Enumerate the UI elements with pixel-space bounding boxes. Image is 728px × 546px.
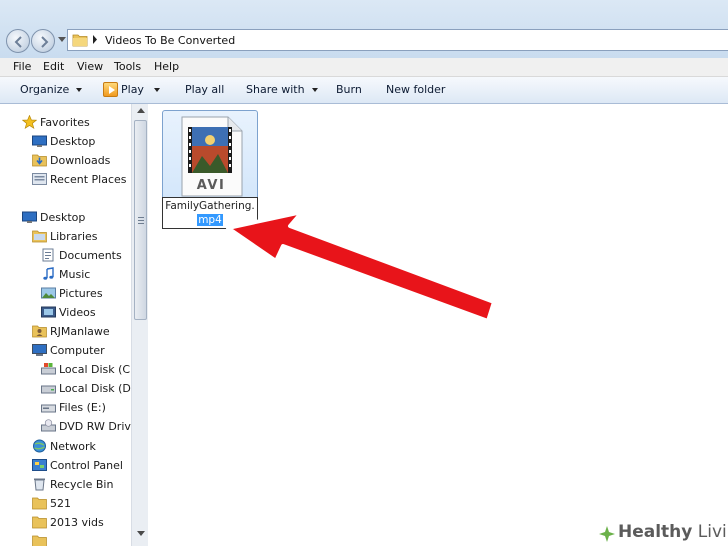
healthy-living-logo-icon [599, 526, 615, 542]
watermark-suffix: Living [697, 522, 728, 542]
healthy-living-watermark: Healthy Living [598, 522, 728, 546]
watermark-prefix: Healthy [618, 522, 693, 542]
watermark-text: Healthy Living [618, 522, 728, 542]
red-pointer-arrow [226, 210, 496, 323]
explorer-window: Videos To Be Converted File Edit View To… [0, 0, 728, 546]
